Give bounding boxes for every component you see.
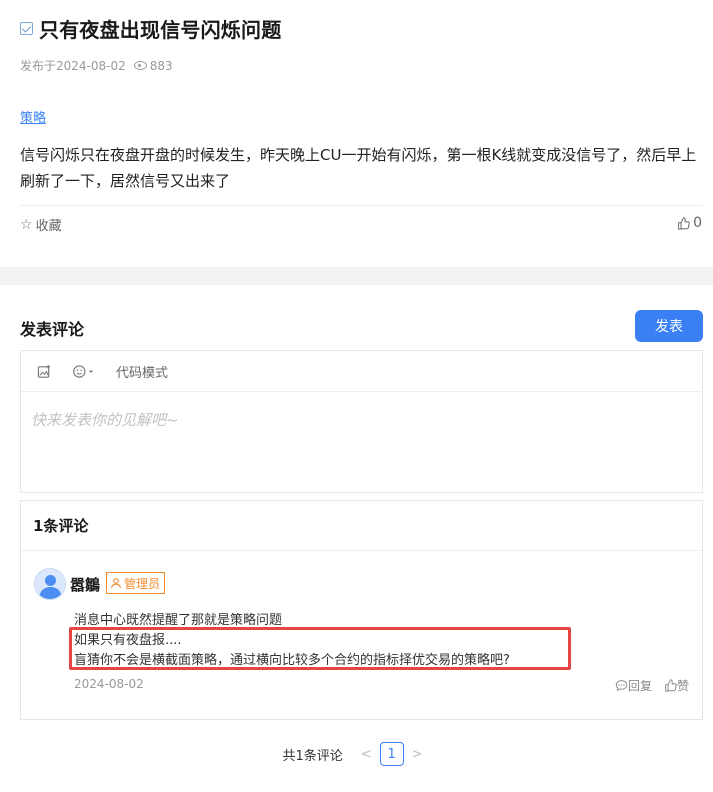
comment-list-header: 1条评论: [21, 501, 702, 551]
emoji-picker-icon[interactable]: [72, 364, 96, 379]
star-icon: ☆: [20, 216, 33, 233]
pagination-total: 共1条评论: [282, 748, 343, 764]
editor-toolbar: 代码模式: [21, 351, 702, 392]
comment-section: 发表评论 发表 代码模式 快来发表你的见解吧~ 1条评论 嚣鶵 管理员 消息中心…: [0, 285, 713, 792]
post-body: 信号闪烁只在夜盘开盘的时候发生，昨天晚上CU一开始有闪烁，第一根K线就变成没信号…: [20, 146, 697, 190]
avatar-head: [45, 575, 56, 586]
comment-section-title: 发表评论: [20, 320, 85, 339]
like-label: 赞: [676, 679, 689, 693]
publish-button[interactable]: 发表: [635, 310, 703, 342]
category-tag-link[interactable]: 策略: [20, 107, 46, 126]
publish-date: 发布于2024-08-02: [20, 59, 126, 73]
insert-image-icon[interactable]: [37, 364, 52, 379]
admin-badge: 管理员: [106, 572, 166, 594]
post-meta: 发布于2024-08-02 883: [20, 57, 173, 74]
divider: [20, 205, 703, 206]
admin-badge-label: 管理员: [124, 576, 161, 591]
post-like-button[interactable]: 0: [677, 215, 702, 231]
post-panel: 只有夜盘出现信号闪烁问题 发布于2024-08-02 883 策略 信号闪烁只在…: [0, 0, 713, 267]
reply-label: 回复: [627, 679, 652, 693]
checkbox-icon: [20, 22, 33, 35]
comment-editor: 代码模式 快来发表你的见解吧~: [20, 350, 703, 493]
page-number-button[interactable]: 1: [379, 742, 404, 766]
comment-line: 消息中心既然提醒了那就是策略问题: [74, 613, 283, 628]
chevron-left-icon[interactable]: <: [361, 747, 372, 762]
avatar[interactable]: [34, 568, 66, 600]
code-mode-toggle[interactable]: 代码模式: [116, 362, 168, 381]
section-gap: [0, 267, 713, 285]
eye-icon: [133, 61, 147, 70]
chevron-right-icon[interactable]: >: [412, 747, 423, 762]
comment-like-button[interactable]: 赞: [664, 677, 689, 694]
thumbs-up-icon: [678, 216, 690, 230]
pagination: 共1条评论 < 1 >: [0, 740, 713, 768]
thumbs-up-icon: [665, 679, 677, 692]
avatar-body: [40, 587, 61, 599]
comment-count: 1条评论: [33, 517, 89, 535]
post-title-row: 只有夜盘出现信号闪烁问题: [20, 14, 281, 43]
view-count: 883: [149, 58, 173, 73]
comment-actions: 回复 赞: [603, 677, 689, 694]
favorite-button[interactable]: ☆ 收藏: [20, 215, 62, 235]
reply-icon: [615, 680, 628, 692]
annotation-highlight-box: [69, 627, 571, 670]
comment-input[interactable]: 快来发表你的见解吧~: [31, 409, 179, 430]
post-title: 只有夜盘出现信号闪烁问题: [39, 18, 282, 42]
favorite-label: 收藏: [35, 219, 62, 234]
comment-list: 1条评论 嚣鶵 管理员 消息中心既然提醒了那就是策略问题 如果只有夜盘报....…: [20, 500, 703, 720]
comment-date: 2024-08-02: [74, 677, 144, 691]
admin-user-icon: [110, 578, 122, 589]
reply-button[interactable]: 回复: [615, 677, 652, 694]
comment-username[interactable]: 嚣鶵: [70, 574, 100, 595]
post-like-count: 0: [693, 215, 702, 231]
